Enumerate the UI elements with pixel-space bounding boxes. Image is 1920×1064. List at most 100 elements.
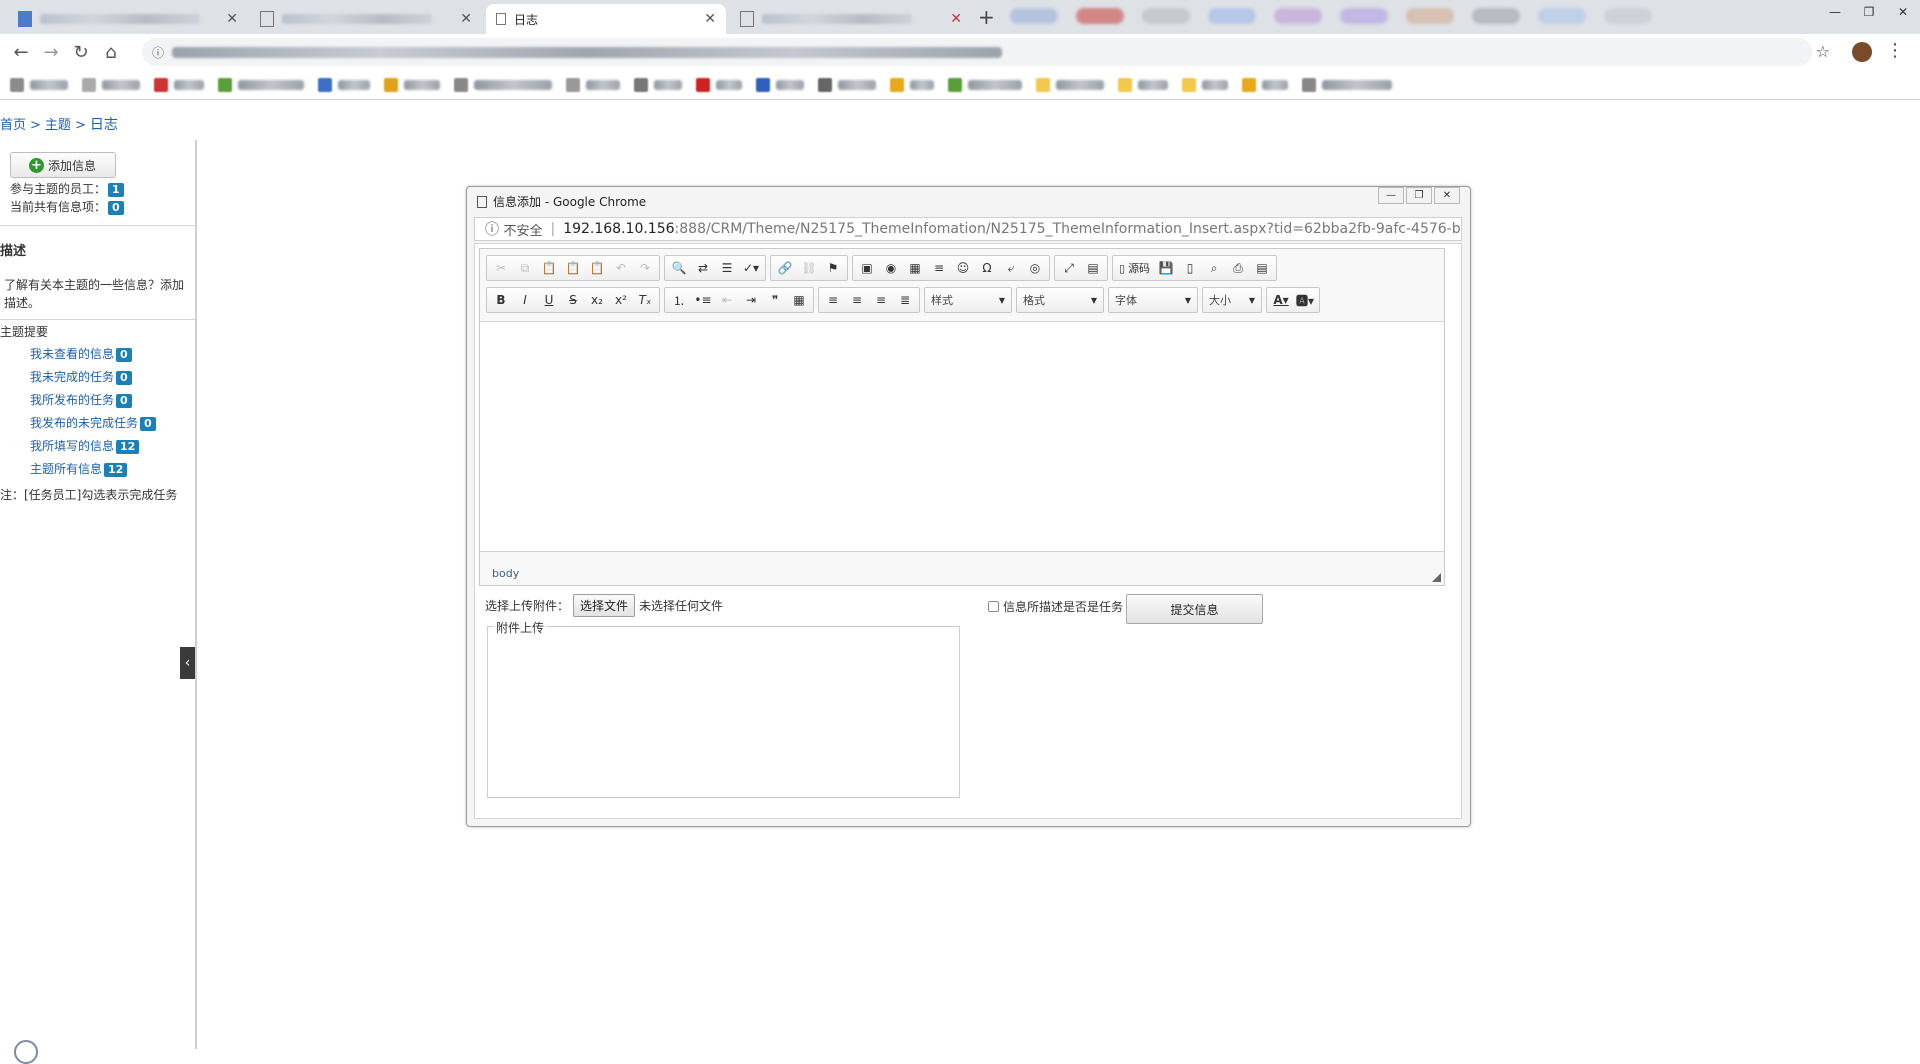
italic-icon[interactable]: I	[513, 289, 537, 311]
summary-item[interactable]: 我发布的未完成任务 0	[30, 414, 156, 437]
paste-text-icon[interactable]: 📋	[561, 257, 585, 279]
bg-color-icon[interactable]: 🅰▾	[1293, 289, 1317, 311]
align-right-icon[interactable]: ≡	[869, 289, 893, 311]
summary-item[interactable]: 我未完成的任务 0	[30, 368, 156, 391]
menu-icon[interactable]: ⋮	[1886, 40, 1904, 61]
editor-content-area[interactable]	[480, 321, 1444, 552]
smiley-icon[interactable]: ☺	[951, 257, 975, 279]
home-icon[interactable]: ⌂	[96, 42, 126, 63]
bookmark-item[interactable]	[634, 77, 682, 92]
summary-item[interactable]: 我所填写的信息 12	[30, 437, 156, 460]
browser-tab[interactable]: ✕	[8, 4, 248, 34]
minimize-icon[interactable]: —	[1818, 2, 1852, 22]
summary-item[interactable]: 主题所有信息 12	[30, 460, 156, 483]
preview-icon[interactable]: ⌕	[1202, 257, 1226, 279]
style-combo[interactable]: 样式 ▼	[924, 287, 1012, 313]
bookmark-item[interactable]	[154, 77, 204, 92]
align-left-icon[interactable]: ≡	[821, 289, 845, 311]
bookmark-item[interactable]	[1182, 77, 1228, 92]
browser-tab[interactable]: ✕	[730, 4, 972, 34]
paste-word-icon[interactable]: 📋	[585, 257, 609, 279]
justify-icon[interactable]: ≣	[893, 289, 917, 311]
bookmark-item[interactable]	[566, 77, 620, 92]
size-combo[interactable]: 大小 ▼	[1202, 287, 1262, 313]
save-icon[interactable]: 💾	[1154, 257, 1178, 279]
bold-icon[interactable]: B	[489, 289, 513, 311]
show-blocks-icon[interactable]: ▤	[1081, 257, 1105, 279]
spellcheck-icon[interactable]: ✓▾	[739, 257, 763, 279]
strikethrough-icon[interactable]: S	[561, 289, 585, 311]
find-icon[interactable]: 🔍	[667, 257, 691, 279]
tab-close-icon[interactable]: ✕	[704, 11, 716, 27]
resize-handle-icon[interactable]	[1432, 573, 1441, 582]
table-icon[interactable]: ▦	[903, 257, 927, 279]
bookmark-item[interactable]	[384, 77, 440, 92]
profile-avatar[interactable]	[1852, 42, 1872, 62]
templates-icon[interactable]: ▤	[1250, 257, 1274, 279]
redo-icon[interactable]: ↷	[633, 257, 657, 279]
summary-item[interactable]: 我未查看的信息 0	[30, 345, 156, 368]
bookmark-item[interactable]	[1036, 77, 1104, 92]
numbered-list-icon[interactable]: ⒈	[667, 289, 691, 311]
bookmark-star-icon[interactable]: ☆	[1816, 42, 1830, 61]
unlink-icon[interactable]: ⛓	[797, 257, 821, 279]
bookmark-item[interactable]	[890, 77, 934, 92]
page-break-icon[interactable]: ⤶	[999, 257, 1023, 279]
maximize-icon[interactable]: ❐	[1852, 2, 1886, 22]
underline-icon[interactable]: U	[537, 289, 561, 311]
bookmark-item[interactable]	[948, 77, 1022, 92]
bookmark-item[interactable]	[218, 77, 304, 92]
is-task-checkbox[interactable]	[988, 601, 999, 612]
editor-element-path[interactable]: body	[492, 567, 519, 580]
site-info-icon[interactable]: ⓘ	[152, 44, 164, 61]
align-center-icon[interactable]: ≡	[845, 289, 869, 311]
browser-tab[interactable]: ✕	[250, 4, 482, 34]
back-icon[interactable]: ←	[6, 42, 36, 63]
remove-format-icon[interactable]: Tₓ	[633, 289, 657, 311]
select-all-icon[interactable]: ☰	[715, 257, 739, 279]
copy-icon[interactable]: ⧉	[513, 257, 537, 279]
close-window-icon[interactable]: ✕	[1886, 2, 1920, 22]
collapse-sidebar-button[interactable]: ‹	[180, 647, 195, 679]
source-button[interactable]: ▯ 源码	[1115, 257, 1154, 279]
superscript-icon[interactable]: x²	[609, 289, 633, 311]
subscript-icon[interactable]: x₂	[585, 289, 609, 311]
tab-close-icon[interactable]: ✕	[950, 11, 962, 27]
maximize-editor-icon[interactable]: ⤢	[1057, 257, 1081, 279]
outdent-icon[interactable]: ⇤	[715, 289, 739, 311]
bookmark-item[interactable]	[1302, 77, 1392, 92]
flash-icon[interactable]: ◉	[879, 257, 903, 279]
bookmark-item[interactable]	[818, 77, 876, 92]
add-info-button[interactable]: + 添加信息	[10, 152, 116, 178]
bookmark-item[interactable]	[1118, 77, 1168, 92]
reload-icon[interactable]: ↻	[66, 42, 96, 63]
undo-icon[interactable]: ↶	[609, 257, 633, 279]
description-link[interactable]: 了解有关本主题的一些信息？添加描述。	[4, 276, 189, 312]
bookmark-item[interactable]	[756, 77, 804, 92]
format-combo[interactable]: 格式 ▼	[1016, 287, 1104, 313]
font-combo[interactable]: 字体 ▼	[1108, 287, 1198, 313]
floating-assistant-icon[interactable]	[14, 1040, 38, 1064]
choose-file-button[interactable]: 选择文件	[573, 594, 636, 617]
maximize-icon[interactable]: ❐	[1406, 187, 1432, 204]
bookmark-item[interactable]	[1242, 77, 1288, 92]
bookmark-item[interactable]	[696, 77, 742, 92]
indent-icon[interactable]: ⇥	[739, 289, 763, 311]
text-color-icon[interactable]: A▾	[1269, 289, 1293, 311]
div-container-icon[interactable]: ▦	[787, 289, 811, 311]
submit-info-button[interactable]: 提交信息	[1126, 594, 1263, 624]
horizontal-rule-icon[interactable]: ≡	[927, 257, 951, 279]
special-char-icon[interactable]: Ω	[975, 257, 999, 279]
address-bar[interactable]: ⓘ	[142, 38, 1812, 66]
forward-icon[interactable]: →	[36, 42, 66, 63]
close-icon[interactable]: ✕	[1434, 187, 1460, 204]
link-icon[interactable]: 🔗	[773, 257, 797, 279]
bulleted-list-icon[interactable]: •≡	[691, 289, 715, 311]
bookmark-item[interactable]	[82, 77, 140, 92]
bookmark-item[interactable]	[454, 77, 552, 92]
print-icon[interactable]: ⎙	[1226, 257, 1250, 279]
breadcrumb-home-link[interactable]: 首页	[0, 118, 26, 133]
browser-tab-active[interactable]: 日志 ✕	[486, 4, 726, 34]
tab-close-icon[interactable]: ✕	[460, 11, 472, 27]
iframe-icon[interactable]: ◎	[1023, 257, 1047, 279]
